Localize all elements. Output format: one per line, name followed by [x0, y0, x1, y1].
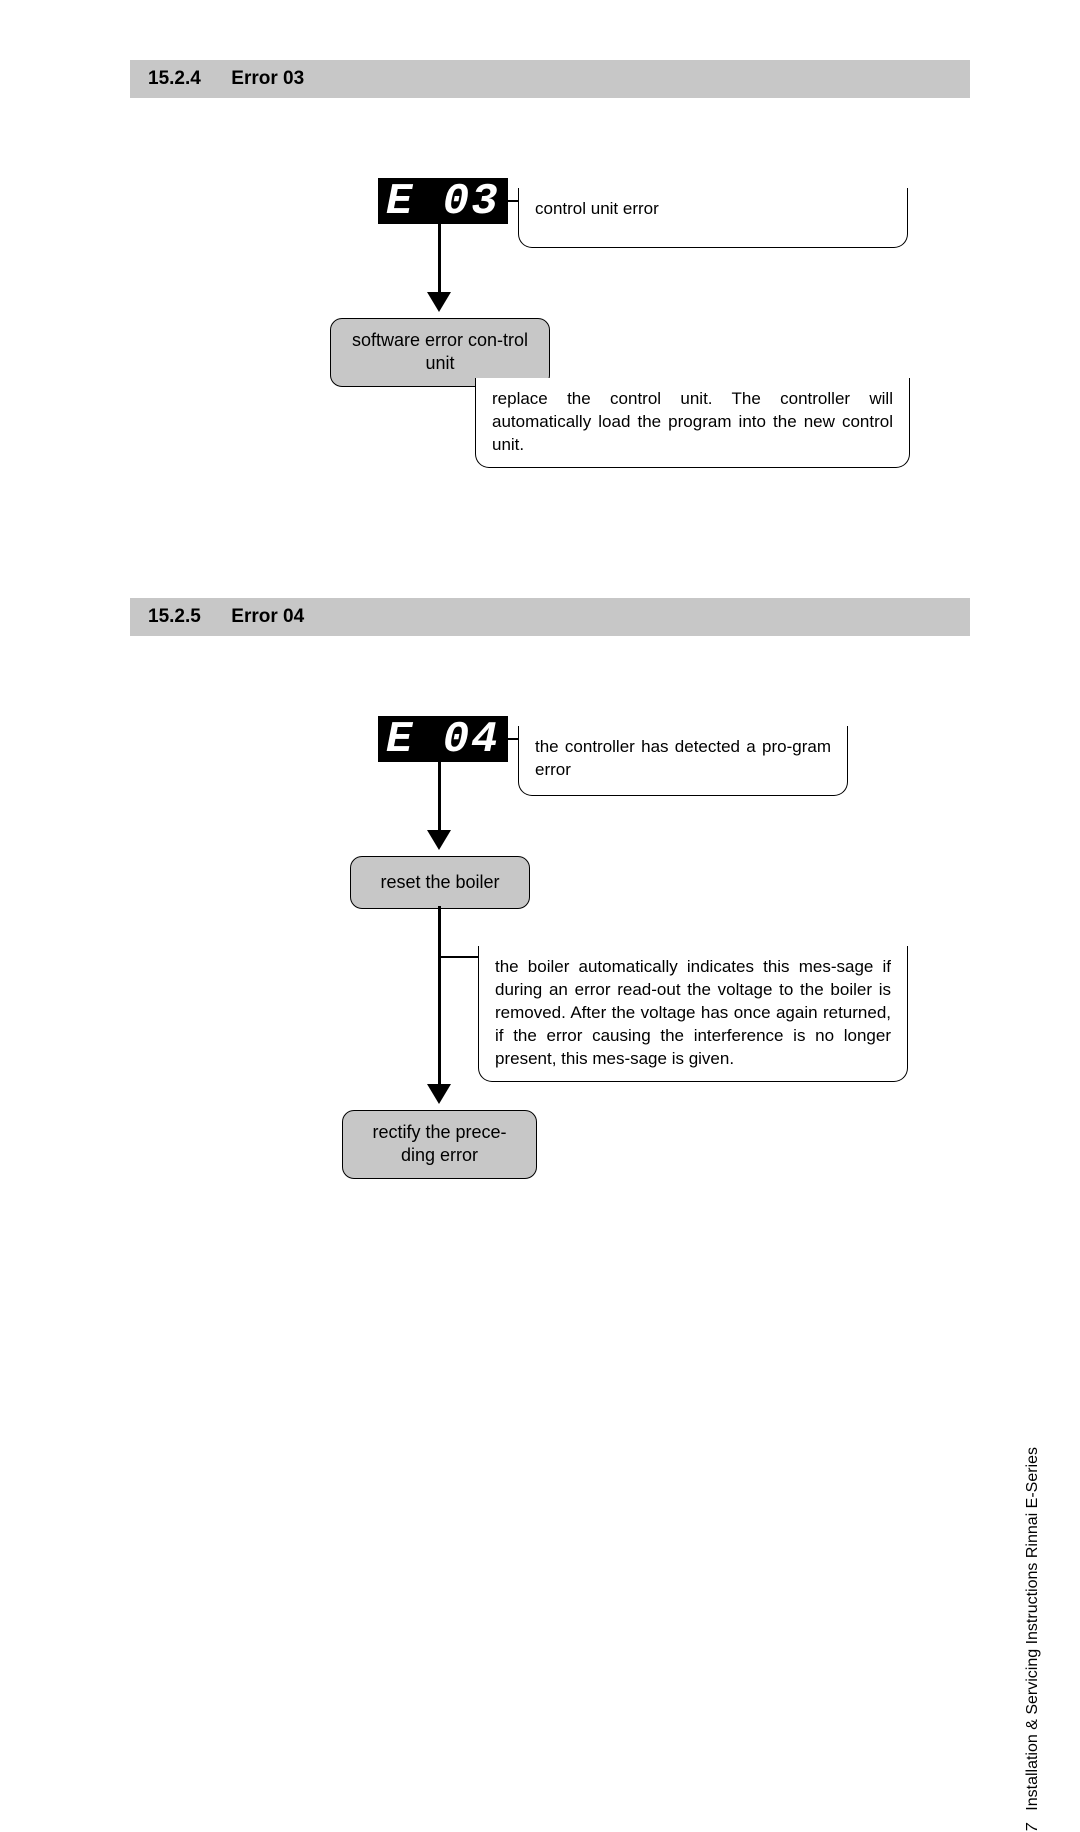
- diagram-error03: E 03 control unit error software error c…: [130, 178, 970, 508]
- step-software-error: software error con-trol unit: [330, 318, 550, 387]
- diagram-error04: E 04 the controller has detected a pro-g…: [130, 716, 970, 1246]
- side-footer: 7 Installation & Servicing Instructions …: [1024, 1447, 1042, 1832]
- arrow-down-icon: [427, 830, 451, 850]
- error-display-e03: E 03: [378, 178, 508, 224]
- info-box-program-error: the controller has detected a pro-gram e…: [518, 726, 848, 796]
- connector-line: [500, 738, 518, 740]
- flow-line: [438, 906, 441, 1086]
- info-box-boiler-message: the boiler automatically indicates this …: [478, 946, 908, 1082]
- flow-line: [438, 224, 441, 294]
- connector-line: [440, 956, 480, 958]
- connector-line: [500, 200, 520, 202]
- step-reset-boiler: reset the boiler: [350, 856, 530, 909]
- step-rectify-error: rectify the prece-ding error: [342, 1110, 537, 1179]
- section-header-error04: 15.2.5 Error 04: [130, 598, 970, 636]
- arrow-down-icon: [427, 1084, 451, 1104]
- section-title: Error 04: [231, 606, 304, 627]
- doc-title: Installation & Servicing Instructions Ri…: [1024, 1447, 1041, 1811]
- error-display-e04: E 04: [378, 716, 508, 762]
- info-box-replace-unit: replace the control unit. The controller…: [475, 378, 910, 468]
- arrow-down-icon: [427, 292, 451, 312]
- flow-line: [438, 762, 441, 832]
- page-number: 7: [1024, 1823, 1041, 1832]
- section-header-error03: 15.2.4 Error 03: [130, 60, 970, 98]
- section-number: 15.2.4: [148, 68, 201, 89]
- info-box-control-unit-error: control unit error: [518, 188, 908, 248]
- section-number: 15.2.5: [148, 606, 201, 627]
- section-title: Error 03: [231, 68, 304, 89]
